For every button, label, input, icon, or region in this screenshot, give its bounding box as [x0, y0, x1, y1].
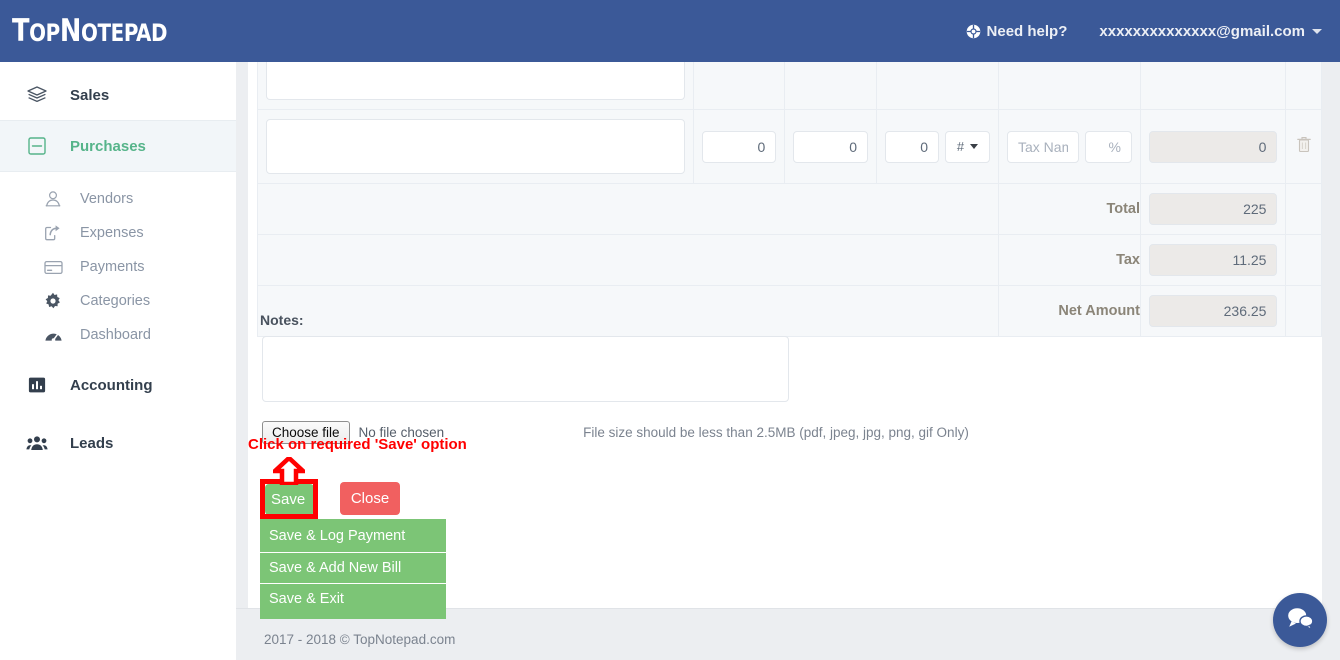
cell-rate-partial [784, 62, 877, 110]
file-size-hint: File size should be less than 2.5MB (pdf… [583, 425, 969, 440]
sidebar-item-sales[interactable]: Sales [0, 70, 236, 120]
need-help-link[interactable]: Need help? [966, 22, 1068, 40]
page-right-gutter [1322, 62, 1340, 660]
totals-spacer-2 [257, 234, 999, 286]
tax-percent-input[interactable] [1085, 130, 1132, 163]
gear-icon [42, 292, 64, 310]
table-row: # [257, 109, 1322, 184]
tax-label: Tax [998, 234, 1141, 286]
cell-amount-partial [1139, 62, 1287, 110]
sidebar-item-categories[interactable]: Categories [0, 284, 236, 318]
amount-input [1149, 130, 1278, 163]
menu-item-save-add-new-bill[interactable]: Save & Add New Bill [260, 553, 446, 584]
line-items-table: # [257, 62, 1322, 337]
user-email-label: xxxxxxxxxxxxxx@gmail.com [1099, 22, 1305, 40]
notes-label: Notes: [260, 312, 304, 328]
discount-unit-select[interactable]: # [945, 130, 990, 163]
need-help-label: Need help? [986, 22, 1068, 40]
cell-quantity [692, 109, 786, 184]
cell-quantity-partial [692, 62, 786, 110]
cell-discount-partial [876, 62, 999, 110]
chevron-down-icon [970, 144, 979, 149]
menu-item-save-exit[interactable]: Save & Exit [260, 584, 446, 615]
cell-discount: # [876, 109, 999, 184]
cell-delete-partial [1285, 62, 1322, 110]
rate-input[interactable] [793, 130, 868, 163]
notes-input[interactable] [262, 336, 789, 402]
sidebar-item-label: Payments [80, 259, 145, 275]
description-input-partial[interactable] [266, 62, 685, 100]
people-icon [26, 435, 48, 451]
sidebar-item-label: Leads [70, 434, 114, 452]
tax-value [1149, 244, 1278, 276]
totals-spacer-end-1 [1285, 183, 1322, 235]
sidebar-item-expenses[interactable]: Expenses [0, 216, 236, 250]
close-button[interactable]: Close [340, 482, 400, 515]
sidebar-item-purchases[interactable]: Purchases [0, 120, 236, 172]
cell-amount [1139, 109, 1287, 184]
sidebar-item-label: Expenses [80, 225, 144, 241]
sidebar-item-label: Vendors [80, 191, 134, 207]
user-icon [42, 190, 64, 208]
chevron-down-icon [1312, 28, 1322, 34]
sidebar-item-payments[interactable]: Payments [0, 250, 236, 284]
cell-rate [784, 109, 877, 184]
annotation-text: Click on required 'Save' option [248, 436, 467, 453]
menu-item-save-log-payment[interactable]: Save & Log Payment [260, 521, 446, 553]
total-value [1149, 193, 1278, 225]
quantity-input[interactable] [701, 130, 777, 163]
save-button[interactable]: Save [265, 484, 314, 515]
tax-value-cell [1139, 234, 1287, 286]
save-options-dropdown: Save & Log Payment Save & Add New Bill S… [260, 519, 446, 619]
sidebar-item-label: Accounting [70, 376, 153, 394]
header-right-group: Need help? xxxxxxxxxxxxxx@gmail.com [966, 23, 1340, 40]
totals-row-total: Total [257, 183, 1322, 235]
sidebar: Sales Purchases Vendors Expenses Payment… [0, 62, 236, 660]
share-arrow-icon [42, 224, 64, 242]
bar-chart-icon [26, 376, 48, 394]
totals-spacer-end-2 [1285, 234, 1322, 286]
trash-icon[interactable] [1296, 136, 1311, 158]
sidebar-item-dashboard[interactable]: Dashboard [0, 318, 236, 352]
cell-tax [998, 109, 1141, 184]
sidebar-item-label: Dashboard [80, 327, 151, 343]
notes-section: Notes: Choose file No file chosen File s… [257, 312, 1317, 444]
cell-tax-partial [998, 62, 1141, 110]
discount-input[interactable] [885, 130, 939, 163]
table-row-partial [257, 62, 1322, 110]
footer-copyright: 2017 - 2018 © TopNotepad.com [264, 632, 456, 647]
sidebar-item-accounting[interactable]: Accounting [0, 360, 236, 410]
sidebar-item-label: Categories [80, 293, 151, 309]
sidebar-item-label: Sales [70, 86, 110, 104]
user-account-menu[interactable]: xxxxxxxxxxxxxx@gmail.com [1099, 23, 1322, 40]
app-logo[interactable]: TOPNOTEPAD [12, 13, 168, 49]
credit-card-icon [42, 260, 64, 275]
cell-description-partial [257, 62, 694, 110]
sidebar-item-leads[interactable]: Leads [0, 418, 236, 468]
tax-name-input[interactable] [1007, 130, 1079, 163]
discount-unit-value: # [956, 139, 965, 154]
cell-description [257, 109, 694, 184]
chat-bubbles-icon [1285, 605, 1315, 636]
minus-box-icon [26, 137, 48, 155]
layers-icon [26, 86, 48, 104]
top-header-bar: TOPNOTEPAD Need help? xxxxxxxxxxxxxx@gma… [0, 0, 1340, 62]
total-value-cell [1139, 183, 1287, 235]
total-label: Total [998, 183, 1141, 235]
totals-row-tax: Tax [257, 234, 1322, 286]
sidebar-item-label: Purchases [70, 137, 146, 155]
cell-delete [1285, 109, 1322, 184]
speedometer-icon [42, 327, 64, 344]
arrow-up-icon [269, 454, 309, 487]
help-circle-icon [966, 24, 981, 39]
description-input[interactable] [266, 119, 685, 174]
sidebar-item-vendors[interactable]: Vendors [0, 182, 236, 216]
chat-widget-button[interactable] [1273, 593, 1327, 647]
totals-spacer-1 [257, 183, 999, 235]
